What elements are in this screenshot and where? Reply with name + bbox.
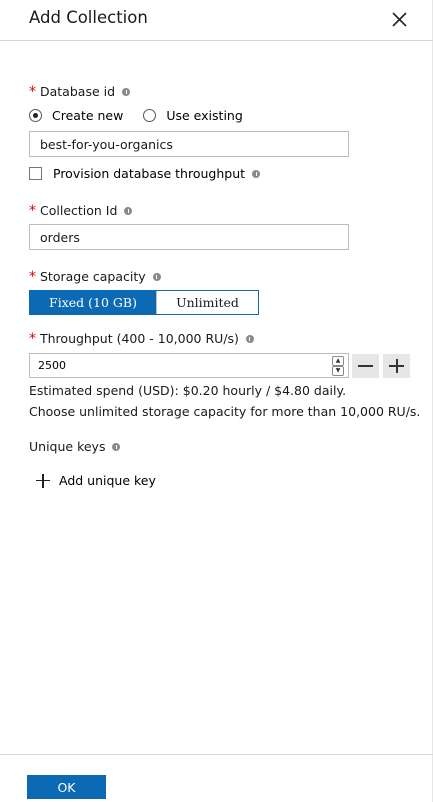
throughput-value: 2500: [38, 359, 66, 372]
ok-button[interactable]: OK: [27, 775, 106, 799]
storage-capacity-label: Storage capacity: [40, 269, 146, 284]
collection-id-label: Collection Id: [40, 203, 118, 218]
unique-keys-label: Unique keys: [29, 439, 106, 454]
spinner-down-icon[interactable]: ▼: [332, 365, 344, 376]
unique-keys-label-row: Unique keys: [29, 439, 121, 454]
panel-header: Add Collection: [0, 0, 433, 41]
info-icon[interactable]: [245, 334, 254, 343]
use-existing-radio[interactable]: [143, 109, 157, 122]
provision-throughput-checkbox[interactable]: [29, 167, 42, 180]
required-marker: *: [29, 83, 36, 100]
storage-capacity-label-row: * Storage capacity: [29, 269, 161, 284]
plus-icon: [36, 473, 50, 488]
info-icon[interactable]: [152, 272, 161, 281]
info-icon[interactable]: [124, 206, 133, 215]
throughput-label-row: * Throughput (400 - 10,000 RU/s): [29, 331, 254, 346]
minus-icon: [358, 365, 373, 367]
estimated-spend-text: Estimated spend (USD): $0.20 hourly / $4…: [29, 383, 347, 398]
throughput-label: Throughput (400 - 10,000 RU/s): [40, 331, 239, 346]
footer-divider: [0, 754, 433, 755]
provision-throughput-row: Provision database throughput: [29, 166, 261, 181]
required-marker: *: [29, 268, 36, 285]
unlimited-storage-note: Choose unlimited storage capacity for mo…: [29, 404, 421, 419]
spinner-up-icon[interactable]: ▲: [332, 355, 344, 366]
add-unique-key-label: Add unique key: [59, 473, 156, 488]
collection-id-input[interactable]: orders: [29, 224, 349, 250]
required-marker: *: [29, 202, 36, 219]
info-icon[interactable]: [122, 87, 131, 96]
throughput-input[interactable]: 2500 ▲ ▼: [29, 353, 349, 378]
throughput-spinner: ▲ ▼: [332, 354, 346, 377]
database-id-input[interactable]: best-for-you-organics: [29, 131, 349, 157]
provision-throughput-label[interactable]: Provision database throughput: [53, 166, 245, 181]
unlimited-storage-option[interactable]: Unlimited: [156, 291, 258, 314]
add-unique-key-button[interactable]: Add unique key: [36, 473, 156, 488]
info-icon[interactable]: [112, 442, 121, 451]
increase-throughput-button[interactable]: [383, 354, 410, 378]
storage-capacity-toggle: Fixed (10 GB) Unlimited: [29, 290, 259, 315]
collection-id-label-row: * Collection Id: [29, 202, 133, 219]
database-id-label: Database id: [40, 84, 116, 99]
database-id-label-row: * Database id: [29, 83, 131, 100]
fixed-storage-option[interactable]: Fixed (10 GB): [30, 291, 156, 314]
info-icon[interactable]: [252, 169, 261, 178]
close-icon: [392, 12, 407, 27]
close-button[interactable]: [386, 7, 412, 33]
use-existing-label[interactable]: Use existing: [166, 108, 242, 123]
create-new-label[interactable]: Create new: [52, 108, 123, 123]
decrease-throughput-button[interactable]: [352, 354, 379, 378]
required-marker: *: [29, 330, 36, 347]
create-new-radio[interactable]: [29, 109, 42, 122]
database-mode-radio-group: Create new Use existing: [29, 108, 243, 123]
add-collection-panel: Add Collection * Database id Create new …: [0, 0, 433, 802]
panel-title: Add Collection: [29, 8, 148, 27]
